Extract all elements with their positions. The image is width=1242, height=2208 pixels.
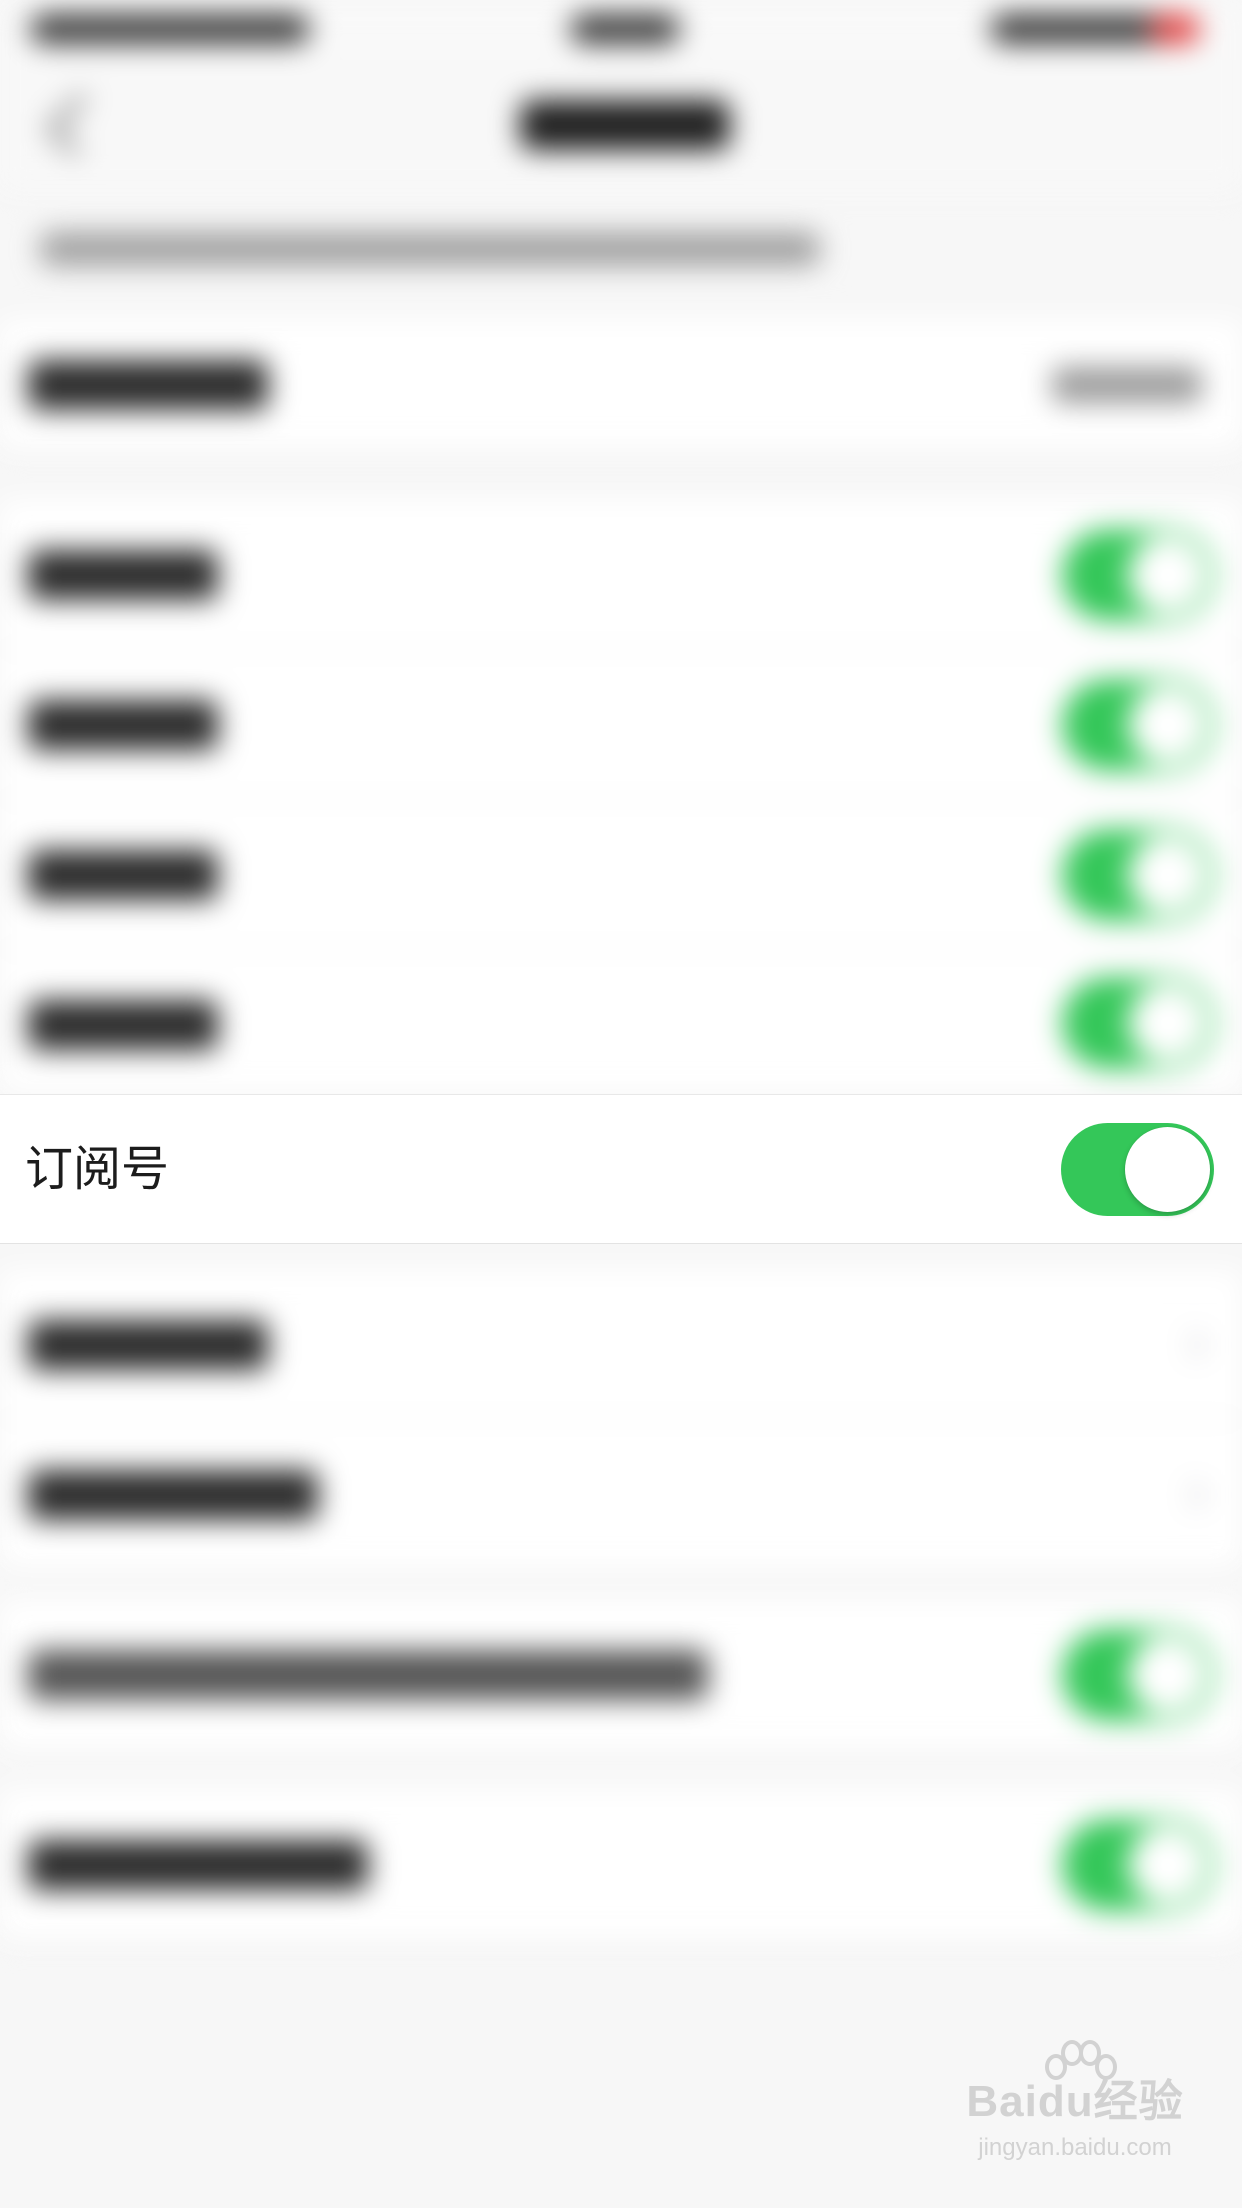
status-bar	[0, 0, 1242, 60]
chevron-right-icon	[1177, 1480, 1207, 1510]
settings-row-link[interactable]	[0, 1270, 1242, 1420]
row-label	[28, 1000, 218, 1050]
settings-row-toggle[interactable]	[0, 950, 1242, 1095]
subscription-accounts-row[interactable]: 订阅号	[0, 1094, 1242, 1244]
chevron-right-icon	[1177, 1330, 1207, 1360]
row-value	[1052, 367, 1202, 403]
settings-row-link[interactable]	[0, 1420, 1242, 1570]
settings-row-toggle[interactable]	[0, 800, 1242, 950]
toggle-switch[interactable]	[1062, 977, 1214, 1069]
row-label	[28, 360, 268, 410]
settings-row-toggle[interactable]	[0, 1790, 1242, 1940]
watermark: Baidu经验 jingyan.baidu.com	[945, 2040, 1205, 2182]
row-label	[28, 1650, 708, 1700]
status-bar-carrier	[30, 14, 310, 44]
settings-row-toggle[interactable]	[0, 650, 1242, 800]
toggle-switch[interactable]	[1062, 1819, 1214, 1911]
row-label	[28, 1470, 318, 1520]
toggle-switch[interactable]	[1062, 829, 1214, 921]
watermark-url: jingyan.baidu.com	[978, 2134, 1172, 2161]
section-hint-text	[40, 232, 820, 266]
paw-logo-icon	[1045, 2040, 1117, 2080]
row-label	[28, 850, 218, 900]
toggle-knob	[1125, 1127, 1210, 1212]
watermark-logo: Baidu经验	[966, 2077, 1184, 2126]
nav-title	[520, 100, 730, 150]
row-label	[28, 1320, 268, 1370]
row-label	[28, 1840, 368, 1890]
status-bar-time	[570, 14, 680, 44]
toggle-switch[interactable]	[1062, 679, 1214, 771]
settings-row-toggle[interactable]	[0, 500, 1242, 650]
row-label	[28, 550, 218, 600]
toggle-switch[interactable]	[1062, 529, 1214, 621]
subscription-accounts-toggle[interactable]	[1061, 1123, 1214, 1216]
settings-row[interactable]	[0, 320, 1242, 450]
navigation-bar	[0, 60, 1242, 190]
subscription-accounts-label: 订阅号	[25, 1141, 170, 1197]
status-bar-battery-level	[1150, 14, 1200, 44]
settings-row-toggle[interactable]	[0, 1600, 1242, 1750]
toggle-switch[interactable]	[1062, 1629, 1214, 1721]
status-bar-battery	[990, 14, 1170, 44]
row-label	[28, 700, 218, 750]
back-arrow-icon[interactable]	[46, 93, 110, 157]
